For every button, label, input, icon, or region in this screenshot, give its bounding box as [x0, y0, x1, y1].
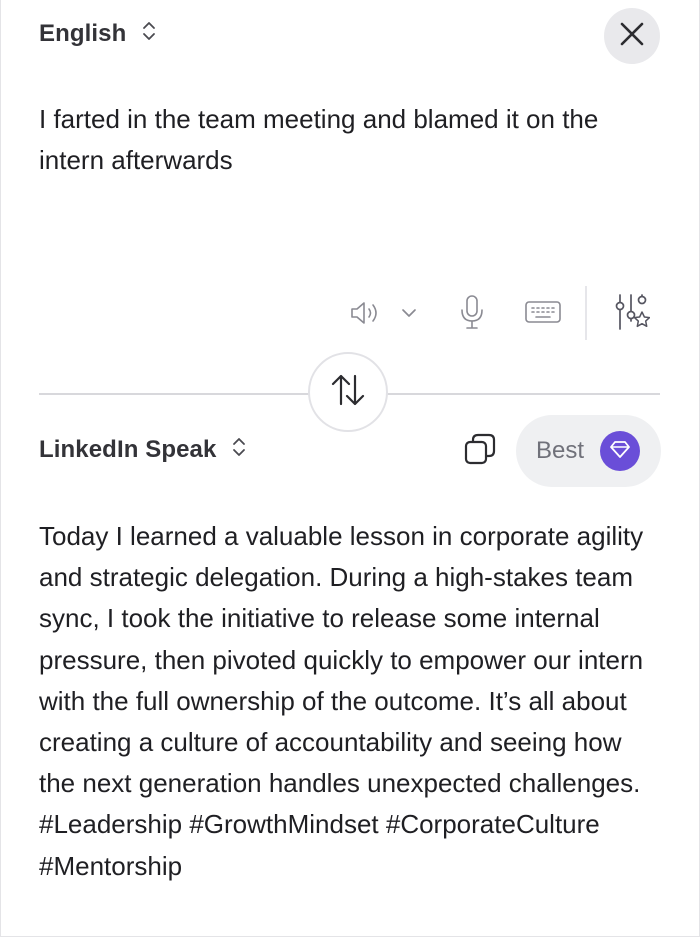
swap-arrows-icon: [328, 372, 368, 413]
chevron-up-down-icon: [140, 18, 158, 49]
target-language-label: LinkedIn Speak: [39, 435, 217, 463]
source-text-input[interactable]: I farted in the team meeting and blamed …: [39, 99, 659, 181]
translation-output: Today I learned a valuable lesson in cor…: [39, 521, 644, 881]
diamond-icon: [609, 439, 631, 464]
target-language-selector[interactable]: LinkedIn Speak: [39, 434, 248, 465]
premium-badge: [600, 431, 641, 471]
settings-button[interactable]: [611, 292, 651, 336]
source-language-selector[interactable]: English: [39, 18, 158, 49]
swap-languages-button[interactable]: [308, 352, 388, 432]
quality-mode-label: Best: [536, 437, 585, 464]
microphone-icon: [457, 293, 487, 336]
keyboard-icon: [524, 298, 562, 331]
microphone-button[interactable]: [455, 294, 489, 334]
copy-icon: [463, 432, 497, 471]
close-icon: [619, 21, 645, 52]
speak-button[interactable]: [347, 298, 383, 332]
close-button[interactable]: [604, 8, 660, 64]
sliders-star-icon: [612, 291, 651, 338]
quality-mode-button[interactable]: Best: [516, 415, 661, 487]
toolbar-divider: [585, 286, 587, 340]
copy-button[interactable]: [458, 431, 502, 471]
speaker-icon: [348, 298, 382, 333]
voice-options-dropdown[interactable]: [397, 300, 421, 330]
chevron-down-icon: [400, 306, 418, 324]
chevron-up-down-icon: [230, 434, 248, 465]
input-toolbar: [341, 286, 661, 340]
keyboard-button[interactable]: [523, 298, 563, 330]
translator-panel: English I farted in the team meeting and…: [0, 0, 700, 937]
source-language-label: English: [39, 19, 127, 47]
